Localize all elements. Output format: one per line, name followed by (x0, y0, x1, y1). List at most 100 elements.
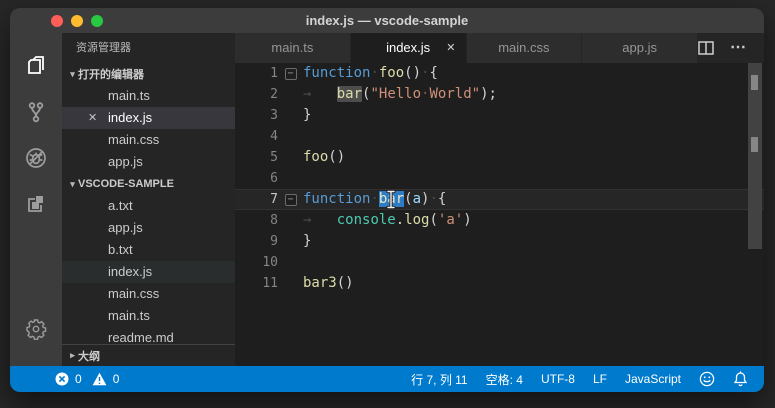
language-mode-status[interactable]: JavaScript (625, 372, 681, 386)
file-label: index.js (108, 264, 152, 279)
tab-label: main.css (498, 40, 549, 55)
file-label: b.txt (108, 242, 133, 257)
tab-app.js[interactable]: app.js (582, 33, 698, 63)
editor-scrollbar[interactable] (748, 63, 762, 249)
tree-item-main.ts[interactable]: main.ts (62, 305, 235, 327)
split-editor-icon[interactable] (698, 41, 714, 55)
activity-bar (10, 33, 62, 366)
line-number: 2 (235, 84, 278, 105)
activity-source-control-button[interactable] (12, 89, 60, 135)
cursor-position-status[interactable]: 行 7, 列 11 (411, 371, 467, 388)
file-label: main.css (108, 132, 159, 147)
open-editors-item-app.js[interactable]: app.js (62, 151, 235, 173)
code-line-8[interactable]: 8→ console.log('a') (235, 210, 764, 231)
more-actions-icon[interactable]: ⋯ (730, 43, 748, 53)
code-text: bar3() (303, 273, 354, 294)
fold-icon[interactable]: − (278, 63, 303, 84)
line-number: 10 (235, 252, 278, 273)
code-line-3[interactable]: 3} (235, 105, 764, 126)
outline-section-header[interactable]: ▸ 大纲 (62, 344, 235, 366)
vscode-window: index.js — vscode-sample (10, 8, 764, 392)
error-count: 0 (75, 372, 82, 386)
fold-gutter (278, 252, 303, 273)
fold-gutter (278, 231, 303, 252)
eol-status[interactable]: LF (593, 372, 607, 386)
code-text: foo() (303, 147, 345, 168)
encoding-status[interactable]: UTF-8 (541, 372, 575, 386)
code-text: } (303, 231, 311, 252)
code-editor[interactable]: 1−function·foo()·{2→ bar("Hello·World");… (235, 63, 764, 366)
debug-disabled-icon (23, 145, 49, 171)
line-number: 3 (235, 105, 278, 126)
open-editors-item-index.js[interactable]: ✕ index.js (62, 107, 235, 129)
fold-gutter (278, 105, 303, 126)
folder-section-header[interactable]: ▾VSCODE-SAMPLE (62, 173, 235, 195)
notifications-bell-icon[interactable] (733, 371, 748, 387)
code-line-1[interactable]: 1−function·foo()·{ (235, 63, 764, 84)
file-label: readme.md (108, 330, 174, 344)
open-editors-section-header[interactable]: ▾打开的编辑器 (62, 63, 235, 85)
feedback-smiley-icon[interactable] (699, 371, 715, 387)
close-icon[interactable]: ✕ (446, 33, 455, 63)
fold-icon[interactable]: − (278, 189, 303, 210)
code-text: → bar("Hello·World"); (303, 84, 497, 105)
settings-gear-button[interactable] (12, 306, 60, 352)
editor-group: main.tsindex.js✕main.cssapp.js ⋯ 1−funct… (235, 33, 764, 366)
editor-actions: ⋯ (698, 33, 764, 63)
error-icon (55, 372, 69, 386)
tree-item-readme.md[interactable]: readme.md (62, 327, 235, 344)
file-label: index.js (108, 110, 152, 125)
chevron-expanded-icon: ▾ (67, 69, 78, 80)
title-bar[interactable]: index.js — vscode-sample (10, 8, 764, 33)
activity-explorer-button[interactable] (12, 43, 60, 89)
chevron-expanded-icon: ▾ (67, 179, 78, 190)
tree-item-index.js[interactable]: index.js (62, 261, 235, 283)
tab-main.css[interactable]: main.css (467, 33, 583, 63)
line-number: 9 (235, 231, 278, 252)
line-number: 1 (235, 63, 278, 84)
files-icon (23, 53, 49, 79)
tab-bar: main.ts index.js ✕ main.css app.js ⋯ (235, 33, 764, 63)
code-line-6[interactable]: 6 (235, 168, 764, 189)
code-line-7[interactable]: 7−function·bar(a)·{ (235, 189, 764, 210)
window-title: index.js — vscode-sample (10, 8, 764, 33)
code-line-2[interactable]: 2 → bar("Hello·World"); (235, 84, 764, 105)
code-line-4[interactable]: 4 (235, 126, 764, 147)
open-editors-item-main.css[interactable]: main.css (62, 129, 235, 151)
fold-gutter (278, 84, 303, 105)
activity-debug-button[interactable] (12, 135, 60, 181)
code-line-10[interactable]: 10 (235, 252, 764, 273)
line-number: 7 (235, 189, 278, 210)
code-text: function·foo()·{ (303, 63, 438, 84)
close-icon[interactable]: ✕ (88, 107, 97, 129)
tab-label: index.js (386, 40, 430, 55)
extensions-icon (23, 191, 49, 217)
warning-count: 0 (113, 372, 120, 386)
tree-item-app.js[interactable]: app.js (62, 217, 235, 239)
tree-item-a.txt[interactable]: a.txt (62, 195, 235, 217)
indentation-status[interactable]: 空格: 4 (486, 371, 523, 388)
line-number: 8 (235, 210, 278, 231)
problems-status[interactable]: 0 0 (55, 372, 119, 386)
code-line-11[interactable]: 11 bar3() (235, 273, 764, 294)
code-line-9[interactable]: 9} (235, 231, 764, 252)
tab-index.js[interactable]: index.js ✕ (351, 33, 467, 63)
chevron-right-icon: ▸ (67, 350, 78, 361)
overview-ruler-mark (751, 137, 758, 152)
code-text: } (303, 105, 311, 126)
code-line-5[interactable]: 5 foo() (235, 147, 764, 168)
fold-gutter (278, 126, 303, 147)
explorer-sidebar: 资源管理器 ▾打开的编辑器main.ts✕index.jsmain.cssapp… (62, 33, 235, 366)
tab-main.ts[interactable]: main.ts (235, 33, 351, 63)
tree-item-b.txt[interactable]: b.txt (62, 239, 235, 261)
open-editors-item-main.ts[interactable]: main.ts (62, 85, 235, 107)
code-text: function·bar(a)·{ (303, 189, 446, 210)
fold-gutter (278, 147, 303, 168)
tree-item-main.css[interactable]: main.css (62, 283, 235, 305)
fold-gutter (278, 273, 303, 294)
file-label: app.js (108, 220, 143, 235)
line-number: 11 (235, 273, 278, 294)
status-bar: 0 0 行 7, 列 11 空格: 4 UTF-8 LF JavaScript (10, 366, 764, 392)
line-number: 5 (235, 147, 278, 168)
activity-extensions-button[interactable] (12, 181, 60, 227)
